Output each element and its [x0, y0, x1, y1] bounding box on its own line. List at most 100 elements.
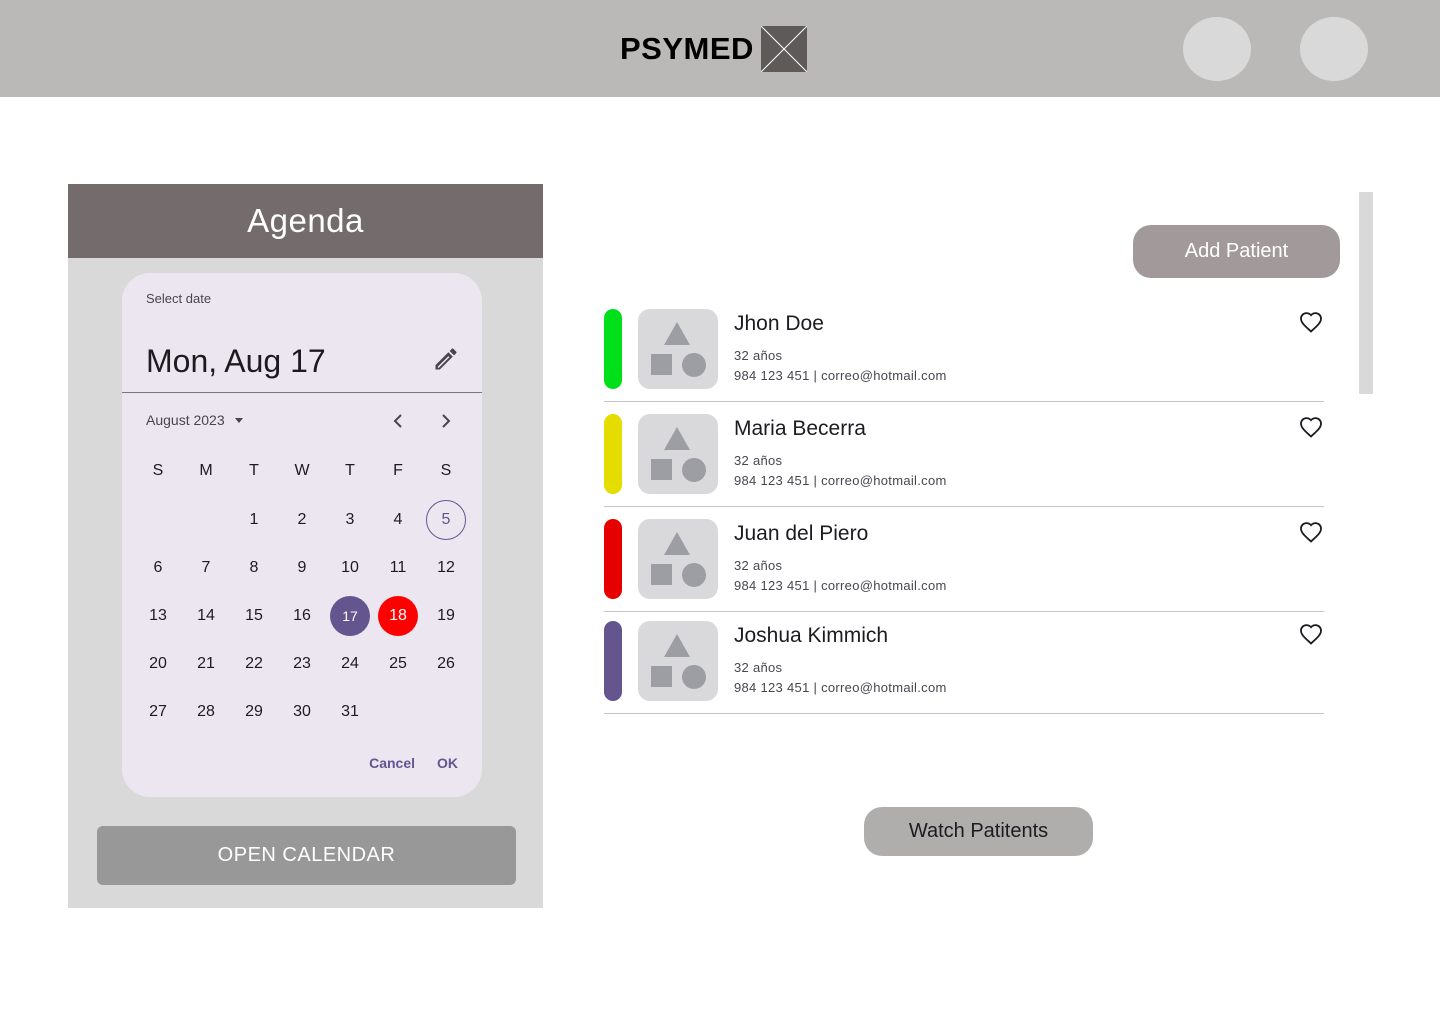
calendar-day[interactable]: 4	[374, 496, 422, 544]
calendar-day-number: 8	[249, 559, 259, 576]
calendar-day[interactable]: 8	[230, 544, 278, 592]
watch-patients-button[interactable]: Watch Patitents	[864, 807, 1093, 856]
calendar-day-number: 12	[437, 559, 455, 576]
patient-contact: 984 123 451 | correo@hotmail.com	[734, 578, 947, 593]
calendar-day[interactable]: 21	[182, 640, 230, 688]
patient-status-bar	[604, 309, 622, 389]
agenda-panel: Agenda Select date Mon, Aug 17 August 20…	[68, 184, 543, 908]
heart-icon[interactable]	[1299, 623, 1323, 647]
row-divider	[604, 506, 1324, 507]
calendar-day-number: 7	[201, 559, 211, 576]
calendar-day[interactable]: 7	[182, 544, 230, 592]
patient-contact: 984 123 451 | correo@hotmail.com	[734, 368, 947, 383]
edit-icon[interactable]	[432, 345, 460, 373]
calendar-day[interactable]: 12	[422, 544, 470, 592]
brand[interactable]: PSYMED	[620, 26, 807, 72]
calendar-day-number: 28	[197, 703, 215, 720]
calendar-day-number: 13	[149, 607, 167, 624]
calendar-day[interactable]: 25	[374, 640, 422, 688]
agenda-title: Agenda	[247, 202, 364, 239]
user-avatar[interactable]	[1183, 17, 1251, 81]
calendar-day[interactable]: 5	[422, 496, 470, 544]
calendar-day-number: 10	[341, 559, 359, 576]
calendar-day[interactable]: 15	[230, 592, 278, 640]
patient-contact: 984 123 451 | correo@hotmail.com	[734, 473, 947, 488]
calendar-day-number: 29	[245, 703, 263, 720]
brand-name: PSYMED	[620, 31, 754, 66]
calendar-day[interactable]: 24	[326, 640, 374, 688]
patient-status-bar	[604, 414, 622, 494]
calendar-day-number: 23	[293, 655, 311, 672]
calendar-day[interactable]: 20	[134, 640, 182, 688]
calendar-day-number: 17	[330, 596, 370, 636]
weekday-label: W	[294, 462, 310, 479]
patient-row[interactable]: Maria Becerra 32 años 984 123 451 | corr…	[604, 414, 1324, 519]
calendar-day[interactable]: 19	[422, 592, 470, 640]
calendar-day-number: 1	[249, 511, 259, 528]
calendar-day[interactable]: 22	[230, 640, 278, 688]
patient-photo-placeholder-icon	[638, 414, 718, 494]
calendar-grid: 1 2 3 4 5 6 7 8 9 10 11 12 13 14 15 16 17 18 19 20 21 22 23 24 2…	[134, 496, 470, 736]
weekday-label: M	[199, 462, 213, 479]
calendar-day[interactable]: 30	[278, 688, 326, 736]
calendar-day-number: 25	[389, 655, 407, 672]
heart-icon[interactable]	[1299, 311, 1323, 335]
date-picker: Select date Mon, Aug 17 August 2023 S M T W…	[122, 273, 482, 797]
calendar-day[interactable]: 9	[278, 544, 326, 592]
weekday-header: SMTWTFS	[134, 459, 470, 483]
calendar-day[interactable]: 29	[230, 688, 278, 736]
calendar-day[interactable]: 13	[134, 592, 182, 640]
row-divider	[604, 611, 1324, 612]
chevron-left-icon[interactable]	[386, 409, 410, 433]
calendar-day[interactable]: 23	[278, 640, 326, 688]
calendar-day[interactable]: 6	[134, 544, 182, 592]
patient-name: Joshua Kimmich	[734, 624, 889, 647]
calendar-day[interactable]: 28	[182, 688, 230, 736]
month-year-selector[interactable]: August 2023	[146, 412, 243, 428]
calendar-blank	[134, 496, 182, 544]
calendar-day[interactable]: 31	[326, 688, 374, 736]
scrollbar[interactable]	[1359, 192, 1373, 394]
weekday-label: F	[393, 462, 403, 479]
calendar-day[interactable]: 26	[422, 640, 470, 688]
ok-button[interactable]: OK	[437, 755, 458, 771]
patient-row[interactable]: Joshua Kimmich 32 años 984 123 451 | cor…	[604, 621, 1324, 726]
calendar-day-number: 18	[378, 596, 418, 636]
picker-actions: Cancel OK	[369, 755, 458, 771]
calendar-day[interactable]: 14	[182, 592, 230, 640]
patient-status-bar	[604, 621, 622, 701]
patient-photo-placeholder-icon	[638, 621, 718, 701]
calendar-blank	[182, 496, 230, 544]
patient-age: 32 años	[734, 453, 783, 468]
calendar-day[interactable]: 10	[326, 544, 374, 592]
patient-status-bar	[604, 519, 622, 599]
calendar-day[interactable]: 18	[374, 592, 422, 640]
weekday-label: S	[440, 462, 452, 479]
calendar-day-number: 4	[393, 511, 403, 528]
patient-age: 32 años	[734, 660, 783, 675]
patient-row[interactable]: Juan del Piero 32 años 984 123 451 | cor…	[604, 519, 1324, 624]
chevron-right-icon[interactable]	[434, 409, 458, 433]
patient-contact: 984 123 451 | correo@hotmail.com	[734, 680, 947, 695]
caret-down-icon	[234, 417, 243, 423]
calendar-day[interactable]: 2	[278, 496, 326, 544]
patient-photo-placeholder-icon	[638, 309, 718, 389]
calendar-day[interactable]: 3	[326, 496, 374, 544]
open-calendar-button[interactable]: OPEN CALENDAR	[97, 826, 516, 885]
calendar-day-number: 27	[149, 703, 167, 720]
calendar-day[interactable]: 16	[278, 592, 326, 640]
user-avatar[interactable]	[1300, 17, 1368, 81]
cancel-button[interactable]: Cancel	[369, 755, 415, 771]
calendar-day-number: 2	[297, 511, 307, 528]
calendar-day[interactable]: 27	[134, 688, 182, 736]
heart-icon[interactable]	[1299, 521, 1323, 545]
calendar-day-number: 9	[297, 559, 307, 576]
patient-row[interactable]: Jhon Doe 32 años 984 123 451 | correo@ho…	[604, 309, 1324, 414]
add-patient-button[interactable]: Add Patient	[1133, 225, 1340, 278]
calendar-day-number: 14	[197, 607, 215, 624]
calendar-day[interactable]: 11	[374, 544, 422, 592]
image-placeholder-icon	[760, 26, 807, 72]
calendar-day[interactable]: 17	[326, 592, 374, 640]
heart-icon[interactable]	[1299, 416, 1323, 440]
calendar-day[interactable]: 1	[230, 496, 278, 544]
